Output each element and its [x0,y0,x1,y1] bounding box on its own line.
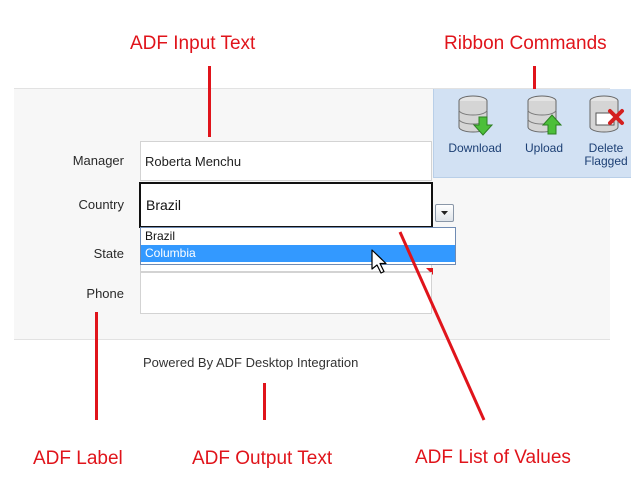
callout-adf-list-of-values: ADF List of Values [415,447,571,468]
callout-adf-label: ADF Label [33,448,123,469]
callout-line-list-of-values [398,231,486,421]
callout-adf-output-text: ADF Output Text [192,448,333,469]
